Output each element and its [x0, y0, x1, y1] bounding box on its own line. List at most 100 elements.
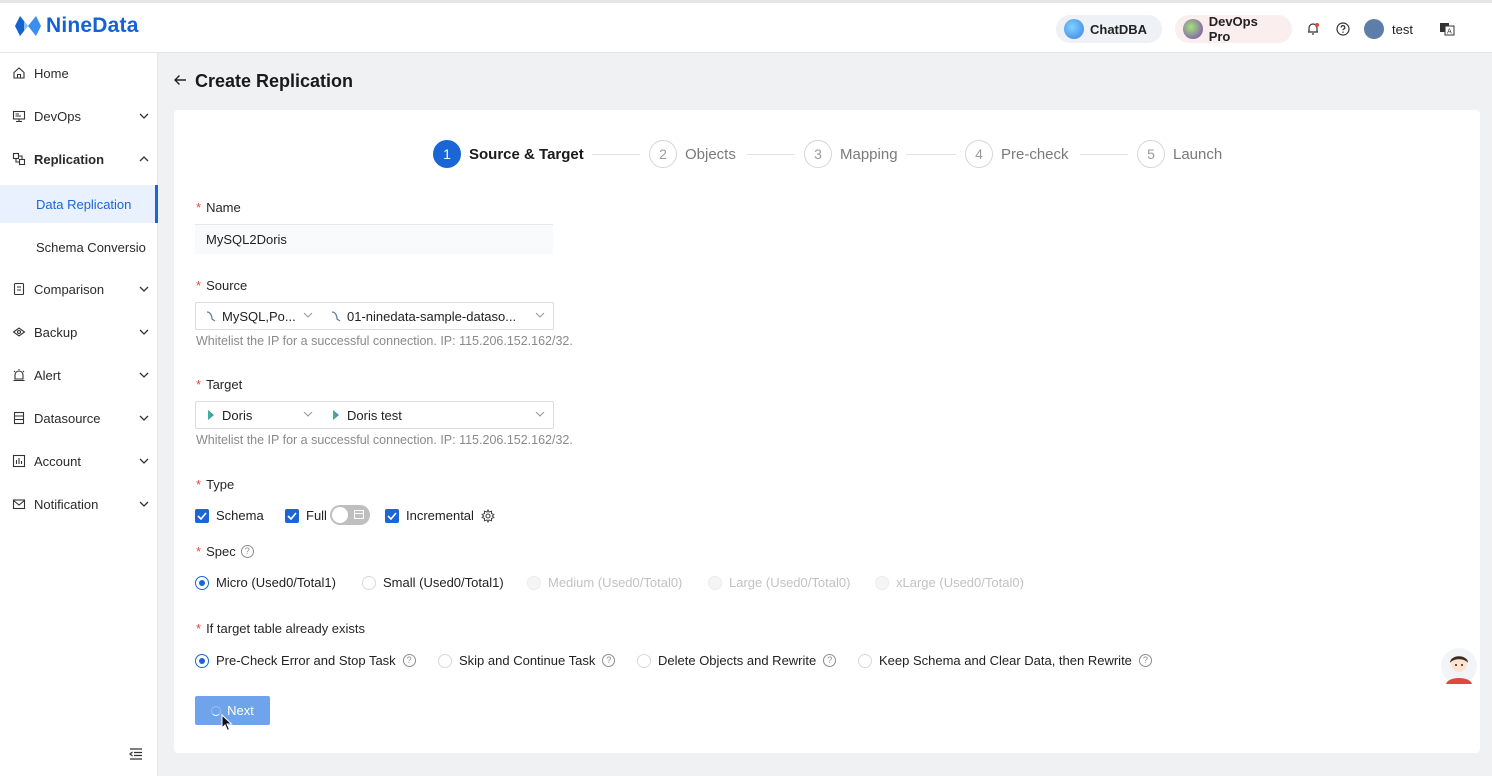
help-icon[interactable]: ?: [402, 654, 416, 667]
exists-radio-skip-continue[interactable]: Skip and Continue Task ?: [438, 653, 616, 668]
user-menu[interactable]: test: [1364, 19, 1413, 39]
source-label-text: Source: [206, 278, 248, 293]
chevron-up-icon: [130, 156, 158, 162]
sidebar-subitem-schema-conversion[interactable]: Schema Conversio: [0, 228, 158, 266]
chevron-down-icon: [130, 329, 158, 335]
schema-checkbox[interactable]: Schema: [195, 508, 264, 523]
radio-label: Delete Objects and Rewrite: [658, 653, 817, 668]
radio-label: Small (Used0/Total1): [383, 575, 504, 590]
chatdba-icon: [1064, 19, 1084, 39]
doris-icon: [333, 410, 339, 420]
sidebar-item-home[interactable]: Home: [0, 53, 158, 93]
radio-label: Keep Schema and Clear Data, then Rewrite: [879, 653, 1132, 668]
sidebar-item-account[interactable]: Account: [0, 441, 158, 481]
exists-radio-keep-schema-clear[interactable]: Keep Schema and Clear Data, then Rewrite…: [858, 653, 1152, 668]
incremental-checkbox[interactable]: Incremental: [385, 508, 495, 523]
sidebar-item-backup[interactable]: Backup: [0, 312, 158, 352]
chevron-down-icon: [130, 458, 158, 464]
target-label-text: Target: [206, 377, 243, 392]
sidebar-item-alert[interactable]: Alert: [0, 355, 158, 395]
comparison-icon: [13, 282, 25, 296]
table-icon: [354, 510, 364, 519]
chatdba-label: ChatDBA: [1090, 21, 1148, 37]
step-source-target: 1 Source & Target: [433, 140, 584, 168]
help-icon[interactable]: ?: [1138, 654, 1152, 667]
radio-dot: [637, 653, 651, 668]
required-mark: *: [196, 278, 202, 293]
step-connector: [1080, 154, 1128, 155]
chatdba-button[interactable]: ChatDBA: [1056, 15, 1162, 43]
sidebar-item-label: Alert: [34, 367, 61, 383]
step-connector: [906, 154, 956, 155]
gear-icon[interactable]: [481, 508, 495, 523]
sidebar-item-notification[interactable]: Notification: [0, 484, 158, 524]
chevron-down-icon: [130, 113, 158, 119]
collapse-sidebar-icon[interactable]: [129, 748, 145, 764]
help-icon[interactable]: ?: [823, 654, 837, 667]
source-type-select[interactable]: MySQL,Po...: [196, 303, 321, 329]
devops-pro-icon: [1183, 19, 1203, 39]
mail-icon: [12, 499, 26, 510]
source-datasource-value: 01-ninedata-sample-dataso...: [347, 308, 517, 324]
sidebar-item-datasource[interactable]: Datasource: [0, 398, 158, 438]
spec-radio-small[interactable]: Small (Used0/Total1): [362, 575, 504, 590]
exists-radio-delete-rewrite[interactable]: Delete Objects and Rewrite ?: [637, 653, 837, 668]
target-datasource-select[interactable]: Doris test: [321, 402, 553, 428]
devops-pro-button[interactable]: DevOps Pro: [1175, 14, 1292, 44]
full-checkbox[interactable]: Full: [285, 508, 327, 523]
type-label: * Type: [196, 477, 234, 492]
sidebar-subitem-data-replication[interactable]: Data Replication: [0, 185, 158, 223]
target-type-select[interactable]: Doris: [196, 402, 321, 428]
help-icon[interactable]: [1335, 21, 1351, 37]
spec-radio-large: Large (Used0/Total0): [708, 575, 850, 590]
step-pre-check: 4 Pre-check: [965, 140, 1069, 168]
spec-label-text: Spec: [206, 544, 236, 559]
step-number: 2: [649, 140, 677, 168]
exists-radio-precheck-stop[interactable]: Pre-Check Error and Stop Task ?: [195, 653, 416, 668]
radio-dot: [438, 653, 452, 668]
step-number: 4: [965, 140, 993, 168]
help-icon[interactable]: ?: [602, 654, 616, 667]
assistant-icon: [1441, 648, 1477, 684]
radio-label: Pre-Check Error and Stop Task: [216, 653, 396, 668]
sidebar-item-replication[interactable]: Replication: [0, 139, 158, 179]
step-label: Source & Target: [469, 145, 584, 163]
source-type-value: MySQL,Po...: [222, 308, 296, 324]
sidebar-item-comparison[interactable]: Comparison: [0, 269, 158, 309]
step-launch: 5 Launch: [1137, 140, 1222, 168]
home-icon: [13, 67, 25, 79]
name-label-text: Name: [206, 200, 241, 215]
step-number: 3: [804, 140, 832, 168]
step-label: Objects: [685, 145, 736, 163]
sidebar-subitem-label: Schema Conversio: [36, 239, 146, 255]
nine-data-logo-icon: [15, 16, 41, 36]
top-bar: NineData ChatDBA DevOps Pro test A: [0, 0, 1492, 53]
chevron-down-icon: [303, 312, 313, 318]
nine-data-logo[interactable]: NineData: [14, 13, 139, 39]
alert-icon: [13, 369, 25, 382]
spec-radio-micro[interactable]: Micro (Used0/Total1): [195, 575, 336, 590]
step-label: Launch: [1173, 145, 1223, 163]
assistant-avatar-button[interactable]: [1440, 646, 1478, 686]
sidebar-subitem-label: Data Replication: [36, 196, 132, 212]
help-icon[interactable]: ?: [240, 545, 254, 558]
language-icon[interactable]: A: [1439, 21, 1455, 37]
checkbox-label: Schema: [216, 508, 264, 523]
target-type-value: Doris: [222, 407, 253, 423]
sidebar-item-devops[interactable]: DevOps: [0, 96, 158, 136]
devops-pro-label: DevOps Pro: [1208, 14, 1258, 44]
step-mapping: 3 Mapping: [804, 140, 898, 168]
source-datasource-select[interactable]: 01-ninedata-sample-dataso...: [321, 303, 553, 329]
name-input[interactable]: MySQL2Doris: [195, 224, 553, 254]
sidebar-item-label: DevOps: [34, 108, 81, 124]
full-mode-toggle[interactable]: [330, 505, 370, 525]
radio-dot: [527, 575, 541, 590]
radio-dot: [195, 575, 209, 590]
radio-dot: [362, 575, 376, 590]
required-mark: *: [196, 544, 202, 559]
mysql-icon: [331, 311, 341, 322]
bell-icon[interactable]: [1305, 21, 1321, 37]
radio-label: Micro (Used0/Total1): [216, 575, 336, 590]
back-arrow-icon[interactable]: [173, 73, 189, 89]
target-label: * Target: [196, 377, 242, 392]
